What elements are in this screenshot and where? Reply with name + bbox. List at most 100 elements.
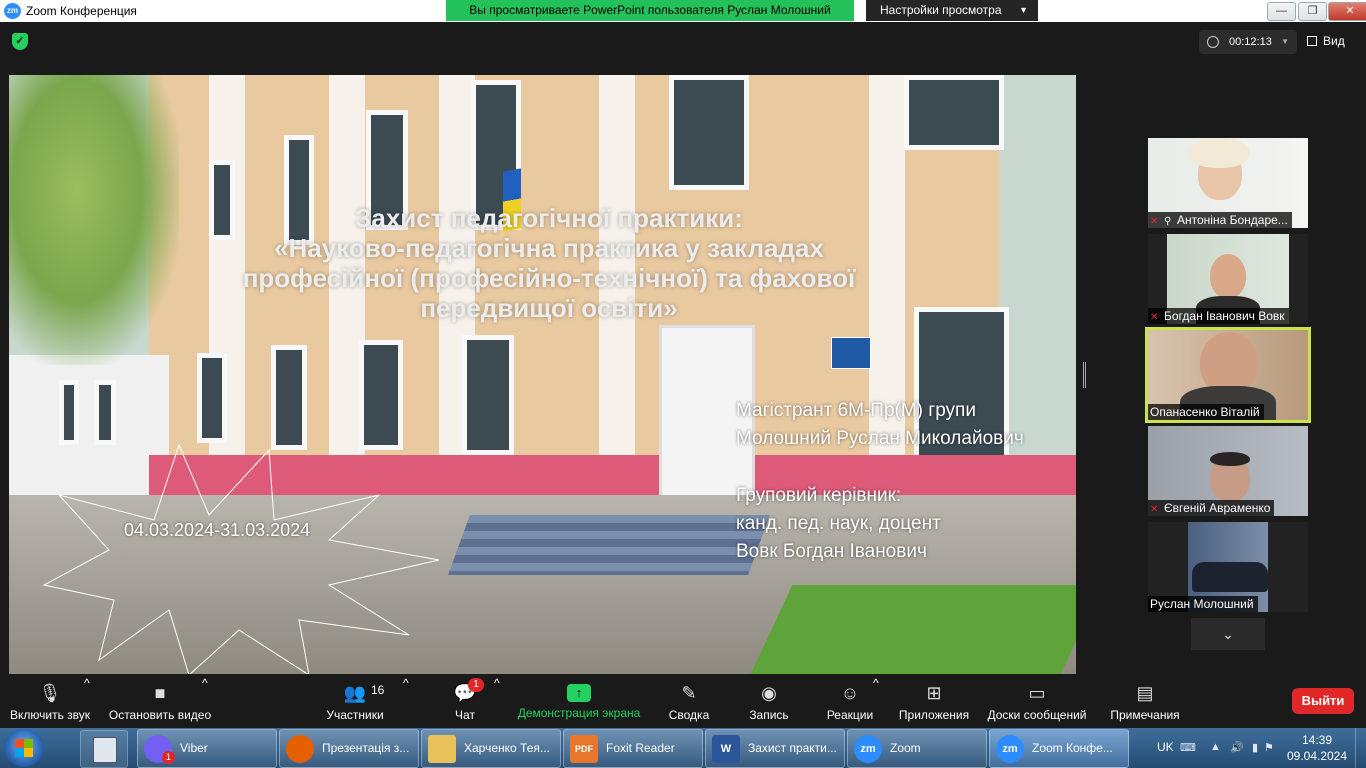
- scroll-participants-down-button[interactable]: ⌄: [1191, 618, 1265, 650]
- chat-unread-badge: 1: [468, 678, 484, 692]
- encryption-shield-icon[interactable]: ✓: [12, 33, 28, 50]
- taskbar-explorer-folder[interactable]: Харченко Тея...: [421, 729, 561, 768]
- meeting-timer[interactable]: 00:12:13 ▼: [1199, 30, 1297, 54]
- window-title: Zoom Конференция: [26, 4, 137, 18]
- view-settings-dropdown[interactable]: Настройки просмотра ▼: [866, 0, 1038, 21]
- show-hidden-icons-arrow-icon[interactable]: ▲: [1210, 741, 1221, 753]
- whiteboard-icon: ▭: [1028, 683, 1046, 703]
- chevron-down-icon: ▼: [1281, 37, 1289, 46]
- taskbar-firefox[interactable]: Презентація з...: [279, 729, 419, 768]
- participant-name: Євгеній Авраменко: [1164, 501, 1271, 515]
- view-button[interactable]: Вид: [1307, 34, 1345, 48]
- slide-title-line: «Науково-педагогічна практика у закладах: [274, 233, 824, 263]
- share-screen-icon: ↑: [567, 684, 591, 702]
- participant-tile[interactable]: ✕ Богдан Іванович Вовк: [1148, 234, 1308, 324]
- participant-tile[interactable]: Руслан Молошний: [1148, 522, 1308, 612]
- pdf-icon: PDF: [570, 735, 598, 763]
- clock-date: 09.04.2024: [1286, 749, 1348, 763]
- participants-options-caret[interactable]: ^: [403, 676, 409, 728]
- building-window: [904, 75, 1004, 150]
- close-button[interactable]: ✕: [1328, 2, 1366, 21]
- participant-name-tag: Руслан Молошний: [1148, 596, 1258, 612]
- windows-logo-icon: [15, 748, 33, 757]
- supervisor-name: Вовк Богдан Іванович: [736, 541, 927, 562]
- taskbar-zoom-meeting[interactable]: zm Zoom Конфе...: [989, 729, 1129, 768]
- notes-button[interactable]: ▤ Примечания: [1106, 676, 1184, 728]
- folder-icon: [428, 735, 456, 763]
- chat-label: Чат: [455, 708, 475, 722]
- apps-icon: ⊞: [926, 683, 942, 703]
- student-group: Магістрант 6М-Пр(М) групи: [736, 400, 976, 421]
- word-icon: W: [712, 735, 740, 763]
- video-options-caret[interactable]: ^: [202, 676, 208, 728]
- school-sign: [831, 337, 871, 369]
- slide-title-line: професійної (професійно-технічної) та фа…: [242, 263, 856, 293]
- pin-icon: ⚲: [1164, 216, 1172, 227]
- chat-options-caret[interactable]: ^: [494, 676, 500, 728]
- building-window: [359, 340, 403, 450]
- slide-title-line: Захист педагогічної практики:: [355, 203, 743, 233]
- summary-button[interactable]: ✎ Сводка: [664, 676, 714, 728]
- taskbar-zoom[interactable]: zm Zoom: [847, 729, 987, 768]
- notes-label: Примечания: [1110, 708, 1180, 722]
- participant-tile-active-speaker[interactable]: Опанасенко Віталій: [1145, 327, 1311, 423]
- view-label: Вид: [1323, 34, 1345, 48]
- calculator-icon: [93, 737, 117, 763]
- participant-name: Опанасенко Віталій: [1150, 405, 1260, 419]
- building-window: [197, 353, 227, 443]
- taskbar-clock[interactable]: 14:39 09.04.2024: [1282, 732, 1352, 764]
- smiley-icon: ☺: [840, 683, 860, 703]
- network-signal-icon[interactable]: ▮: [1252, 741, 1258, 754]
- chevron-down-icon: ⌄: [1222, 626, 1234, 642]
- participant-name-tag: ✕ Євгеній Авраменко: [1148, 500, 1275, 516]
- leave-meeting-button[interactable]: Выйти: [1292, 688, 1354, 714]
- minimize-button[interactable]: —: [1267, 2, 1296, 21]
- stop-video-label: Остановить видео: [108, 708, 212, 722]
- slide-author-info: Магістрант 6М-Пр(М) групи Молошний Русла…: [736, 397, 1076, 566]
- show-desktop-button[interactable]: [1355, 728, 1366, 768]
- whiteboards-button[interactable]: ▭ Доски сообщений: [984, 676, 1090, 728]
- participant-hair: [1210, 452, 1250, 466]
- keyboard-icon[interactable]: ⌨: [1180, 741, 1196, 754]
- audio-options-caret[interactable]: ^: [84, 676, 90, 728]
- apps-button[interactable]: ⊞ Приложения: [896, 676, 972, 728]
- slide-title-line: передвищої освіти»: [420, 293, 678, 323]
- reactions-options-caret[interactable]: ^: [873, 676, 879, 728]
- unmute-button[interactable]: 🎙 Включить звук: [4, 676, 96, 728]
- participant-hair: [1188, 138, 1250, 168]
- mic-muted-icon: ✕: [1150, 312, 1159, 323]
- record-icon: ◉: [761, 683, 777, 703]
- record-button[interactable]: ◉ Запись: [744, 676, 794, 728]
- start-button[interactable]: [4, 729, 44, 767]
- taskbar-viber[interactable]: 1 Viber: [137, 729, 277, 768]
- flag-icon[interactable]: ⚑: [1264, 741, 1274, 754]
- mic-muted-icon: ✕: [1150, 216, 1159, 227]
- restore-button[interactable]: ❐: [1298, 2, 1327, 21]
- taskbar-label: Презентація з...: [322, 741, 410, 755]
- taskbar-label: Zoom Конфе...: [1032, 741, 1113, 755]
- taskbar-word[interactable]: W Захист практи...: [705, 729, 845, 768]
- stop-video-button[interactable]: ■ Остановить видео: [106, 676, 214, 728]
- participant-tile[interactable]: ✕ ⚲ Антоніна Бондаре...: [1148, 138, 1308, 228]
- participant-name: Богдан Іванович Вовк: [1164, 309, 1285, 323]
- share-screen-button[interactable]: ↑ Демонстрация экрана: [516, 676, 642, 728]
- volume-icon[interactable]: 🔊: [1230, 741, 1244, 754]
- panel-splitter-handle[interactable]: [1083, 362, 1086, 388]
- zoom-logo-icon: zm: [4, 3, 21, 19]
- participant-tile[interactable]: ✕ Євгеній Авраменко: [1148, 426, 1308, 516]
- reactions-button[interactable]: ☺ Реакции: [822, 676, 878, 728]
- firefox-icon: [286, 735, 314, 763]
- zoom-icon: zm: [854, 735, 882, 763]
- supervisor-degree: канд. пед. наук, доцент: [736, 513, 941, 534]
- supervisor-label: Груповий керівник:: [736, 485, 902, 506]
- taskbar-label: Харченко Тея...: [464, 741, 550, 755]
- participant-avatar-car: [1192, 562, 1268, 592]
- date-burst-shape: [42, 443, 440, 674]
- taskbar-foxit-reader[interactable]: PDF Foxit Reader: [563, 729, 703, 768]
- chevron-down-icon: ▼: [1019, 5, 1028, 15]
- video-camera-icon: ■: [154, 683, 166, 703]
- student-name: Молошний Руслан Миколайович: [736, 428, 1024, 449]
- calculator-taskbar-icon[interactable]: [80, 730, 128, 768]
- language-indicator[interactable]: UK: [1157, 740, 1174, 754]
- taskbar-label: Viber: [180, 741, 208, 755]
